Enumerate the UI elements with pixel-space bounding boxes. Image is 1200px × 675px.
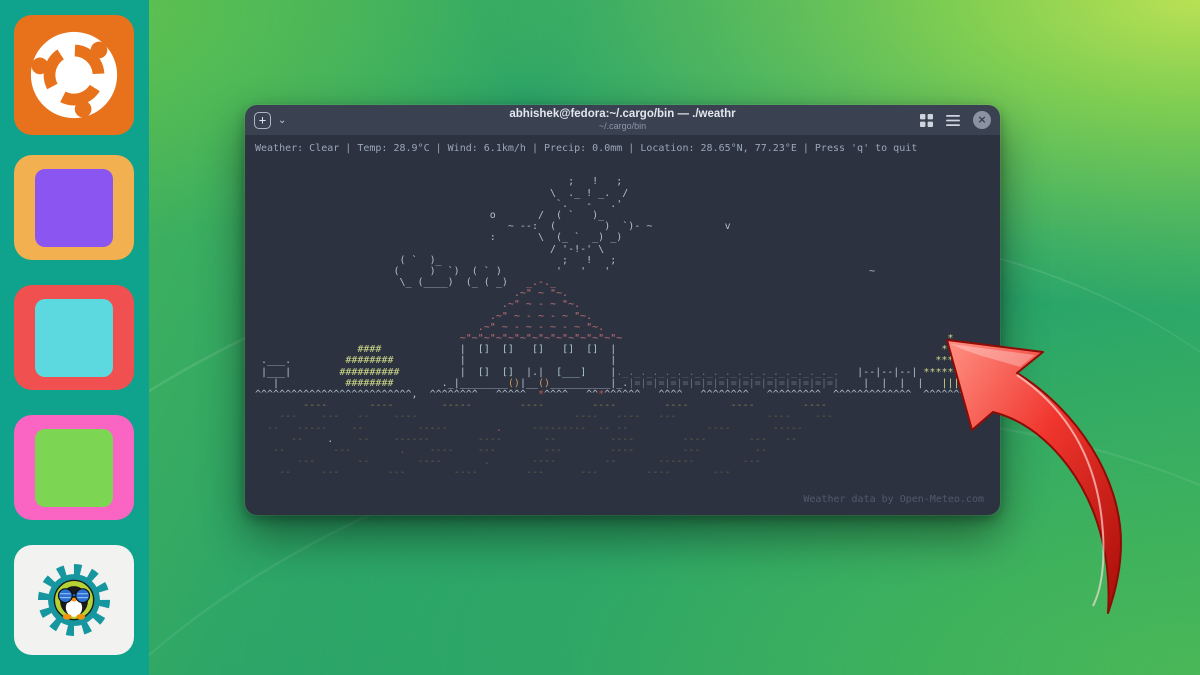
left-icon-strip: [0, 0, 149, 675]
weather-status-line: Weather: Clear | Temp: 28.9°C | Wind: 6.…: [255, 143, 992, 154]
new-tab-button[interactable]: +: [254, 112, 271, 129]
cyan-square-app-icon: [14, 285, 134, 390]
data-source-credit: Weather data by Open-Meteo.com: [803, 494, 984, 505]
ubuntu-logo-icon: [14, 15, 134, 135]
gear-penguin-icon: [26, 552, 122, 648]
itsfoss-logo-icon: [14, 545, 134, 655]
terminal-titlebar[interactable]: + ⌄ abhishek@fedora:~/.cargo/bin — ./wea…: [245, 105, 1000, 135]
cyan-square: [35, 299, 113, 377]
ubuntu-circle-of-friends: [25, 26, 123, 124]
terminal-window[interactable]: + ⌄ abhishek@fedora:~/.cargo/bin — ./wea…: [245, 105, 1000, 515]
close-button[interactable]: ×: [973, 111, 991, 129]
ascii-art: ; ! ; \ ._ ! _. / `. - .' o / ( ` )_: [255, 165, 992, 478]
green-square-app-icon: [14, 415, 134, 520]
chevron-down-icon[interactable]: ⌄: [278, 115, 286, 126]
hamburger-menu-icon[interactable]: [946, 115, 960, 126]
window-title: abhishek@fedora:~/.cargo/bin — ./weathr: [509, 108, 735, 121]
terminal-screen[interactable]: Weather: Clear | Temp: 28.9°C | Wind: 6.…: [245, 135, 1000, 515]
purple-square-app-icon: [14, 155, 134, 260]
window-subtitle: ~/.cargo/bin: [599, 122, 646, 132]
green-square: [35, 429, 113, 507]
purple-square: [35, 169, 113, 247]
tab-overview-grid-icon[interactable]: [920, 114, 933, 127]
